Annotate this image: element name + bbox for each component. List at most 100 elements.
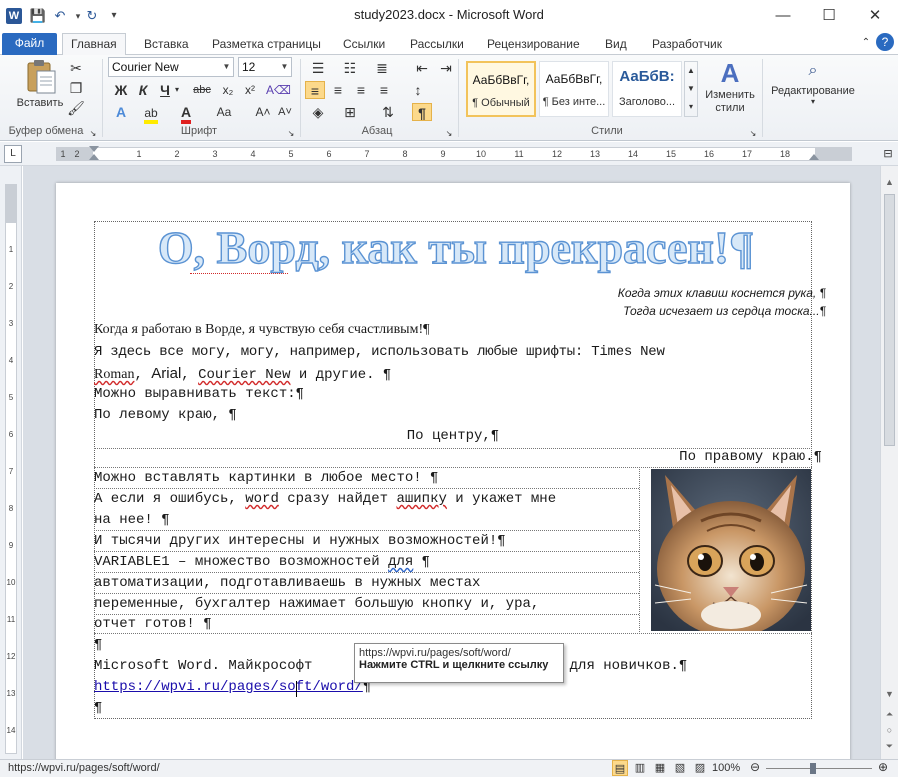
zoom-slider-thumb[interactable] — [810, 763, 816, 774]
draft-view-icon[interactable]: ▨ — [692, 760, 708, 776]
show-marks-button[interactable]: ¶ — [412, 103, 432, 121]
zoom-level[interactable]: 100% — [712, 762, 740, 774]
help-icon[interactable]: ? — [876, 33, 894, 51]
view-ruler-icon[interactable]: ⊟ — [880, 145, 896, 163]
tab-selector-icon[interactable]: L — [4, 145, 22, 163]
increase-indent-icon[interactable]: ⇥ — [436, 59, 456, 77]
table-row[interactable]: автоматизации, подготавливаешь в нужных … — [94, 575, 480, 591]
paragraph-align-center[interactable]: По центру,¶ — [94, 428, 812, 444]
shrink-font-button[interactable]: A˅ — [276, 103, 294, 121]
full-screen-view-icon[interactable]: ▥ — [632, 760, 648, 776]
print-layout-view-icon[interactable]: ▤ — [612, 760, 628, 776]
highlight-icon[interactable]: ab — [140, 103, 162, 124]
borders-icon[interactable]: ⊞ — [340, 103, 360, 121]
font-size-combo[interactable]: 12 ▼ — [238, 57, 292, 77]
scroll-up-icon[interactable]: ▲ — [881, 174, 898, 190]
superscript-button[interactable]: x² — [240, 81, 260, 99]
styles-launcher-icon[interactable]: ↘ — [748, 125, 758, 143]
copy-icon[interactable]: ❐ — [66, 79, 86, 97]
paragraph-launcher-icon[interactable]: ↘ — [444, 125, 454, 143]
table-row[interactable]: отчет готов! ¶ — [94, 616, 212, 632]
numbering-icon[interactable]: ☷ — [340, 59, 360, 77]
style-heading[interactable]: АаБбВ: Заголово... — [612, 61, 682, 117]
epigraph-line-1[interactable]: Когда этих клавиш коснется рука, ¶ — [486, 286, 826, 300]
maximize-button[interactable]: ☐ — [806, 0, 852, 31]
decrease-indent-icon[interactable]: ⇤ — [412, 59, 432, 77]
bullets-icon[interactable]: ☰ — [308, 59, 328, 77]
zoom-slider[interactable] — [766, 768, 872, 769]
paragraph-fonts-line-1[interactable]: Я здесь все могу, могу, например, исполь… — [94, 344, 665, 360]
paragraph-fonts-line-2[interactable]: Roman, Arial, Courier New и другие. ¶ — [94, 365, 391, 383]
last-paragraph[interactable]: ¶ — [94, 700, 102, 716]
style-normal[interactable]: АаБбВвГг, ¶ Обычный — [466, 61, 536, 117]
zoom-out-icon[interactable]: ⊖ — [748, 760, 762, 776]
chevron-down-icon[interactable]: ▾ — [172, 81, 182, 99]
tab-mailings[interactable]: Рассылки — [402, 34, 472, 55]
chevron-down-icon[interactable]: ▼ — [220, 58, 233, 76]
clear-formatting-icon[interactable]: A⌫ — [266, 81, 291, 99]
left-indent-marker[interactable] — [89, 154, 99, 160]
table-row[interactable]: VARIABLE1 – множество возможностей для ¶ — [94, 554, 430, 570]
table-row[interactable]: переменные, бухгалтер нажимает большую к… — [94, 596, 539, 612]
vertical-ruler[interactable]: 1 2 3 4 5 6 7 8 9 10 11 12 13 14 — [5, 184, 17, 754]
tab-home[interactable]: Главная — [62, 33, 126, 56]
next-page-icon[interactable]: ⏷ — [881, 738, 898, 754]
paragraph-align-intro[interactable]: Можно выравнивать текст:¶ — [94, 386, 304, 402]
epigraph-line-2[interactable]: Тогда исчезает из сердца тоска...¶ — [486, 304, 826, 318]
sort-icon[interactable]: ⇅ — [378, 103, 398, 121]
zoom-in-icon[interactable]: ⊕ — [876, 760, 890, 776]
table-row[interactable]: Можно вставлять картинки в любое место! … — [94, 470, 438, 486]
table-row[interactable]: А если я ошибусь, word сразу найдет ашип… — [94, 491, 556, 507]
paragraph-align-right[interactable]: По правому краю.¶ — [94, 449, 822, 465]
first-line-indent-marker[interactable] — [89, 146, 99, 152]
align-center-button[interactable]: ≡ — [328, 81, 348, 99]
table-row[interactable]: на нее! ¶ — [94, 512, 170, 528]
right-indent-marker[interactable] — [809, 154, 819, 160]
shading-icon[interactable]: ◈ — [308, 103, 328, 121]
text-effects-icon[interactable]: A — [111, 103, 131, 121]
cut-icon[interactable]: ✂ — [66, 59, 86, 77]
horizontal-ruler[interactable]: 1 2 1 2 3 4 5 6 7 8 9 10 11 12 13 14 15 … — [56, 146, 852, 161]
minimize-button[interactable]: — — [760, 0, 806, 31]
font-name-combo[interactable]: Courier New ▼ — [108, 57, 234, 77]
change-styles-button[interactable]: A Изменить стили — [700, 57, 760, 121]
empty-paragraph[interactable]: ¶ — [94, 637, 102, 653]
multilevel-list-icon[interactable]: ≣ — [372, 59, 392, 77]
clipboard-launcher-icon[interactable]: ↘ — [88, 125, 98, 143]
outline-view-icon[interactable]: ▧ — [672, 760, 688, 776]
font-launcher-icon[interactable]: ↘ — [286, 125, 296, 143]
select-browse-object-icon[interactable]: ○ — [881, 722, 898, 738]
format-painter-icon[interactable]: 🖌 — [66, 99, 86, 117]
scroll-down-icon[interactable]: ▼ — [881, 686, 898, 702]
tab-insert[interactable]: Вставка — [136, 34, 197, 55]
justify-button[interactable]: ≡ — [374, 81, 394, 99]
previous-page-icon[interactable]: ⏶ — [881, 706, 898, 722]
tab-references[interactable]: Ссылки — [335, 34, 393, 55]
paragraph-happy[interactable]: Когда я работаю в Ворде, я чувствую себя… — [94, 322, 429, 338]
italic-button[interactable]: К — [133, 81, 153, 99]
font-color-icon[interactable]: A — [176, 103, 196, 124]
vertical-scrollbar[interactable]: ▲ ▼ ⏶ ○ ⏷ — [880, 166, 898, 759]
tab-review[interactable]: Рецензирование — [479, 34, 588, 55]
bold-button[interactable]: Ж — [111, 81, 131, 99]
scrollbar-thumb[interactable] — [884, 194, 895, 446]
tab-view[interactable]: Вид — [597, 34, 635, 55]
grow-font-button[interactable]: A˄ — [254, 103, 272, 121]
tab-page-layout[interactable]: Разметка страницы — [204, 34, 329, 55]
chevron-down-icon[interactable]: ▼ — [278, 58, 291, 76]
table-row[interactable]: И тысячи других интересны и нужных возмо… — [94, 533, 506, 549]
align-right-button[interactable]: ≡ — [351, 81, 371, 99]
editing-button[interactable]: ⌕ Редактирование ▾ — [766, 57, 860, 121]
strikethrough-button[interactable]: abc — [190, 81, 214, 99]
close-button[interactable]: ✕ — [852, 0, 898, 31]
paragraph-align-left[interactable]: По левому краю, ¶ — [94, 407, 237, 423]
subscript-button[interactable]: x₂ — [218, 81, 238, 99]
paste-button[interactable]: Вставить — [14, 57, 66, 119]
minimize-ribbon-icon[interactable]: ⌃ — [856, 34, 876, 52]
style-no-spacing[interactable]: АаБбВвГг, ¶ Без инте... — [539, 61, 609, 117]
line-spacing-icon[interactable]: ↕ — [408, 81, 428, 99]
tab-file[interactable]: Файл — [2, 33, 57, 55]
web-layout-view-icon[interactable]: ▦ — [652, 760, 668, 776]
paragraph-hyperlink[interactable]: https://wpvi.ru/pages/soft/word/¶ — [94, 679, 371, 695]
tab-developer[interactable]: Разработчик — [644, 34, 730, 55]
